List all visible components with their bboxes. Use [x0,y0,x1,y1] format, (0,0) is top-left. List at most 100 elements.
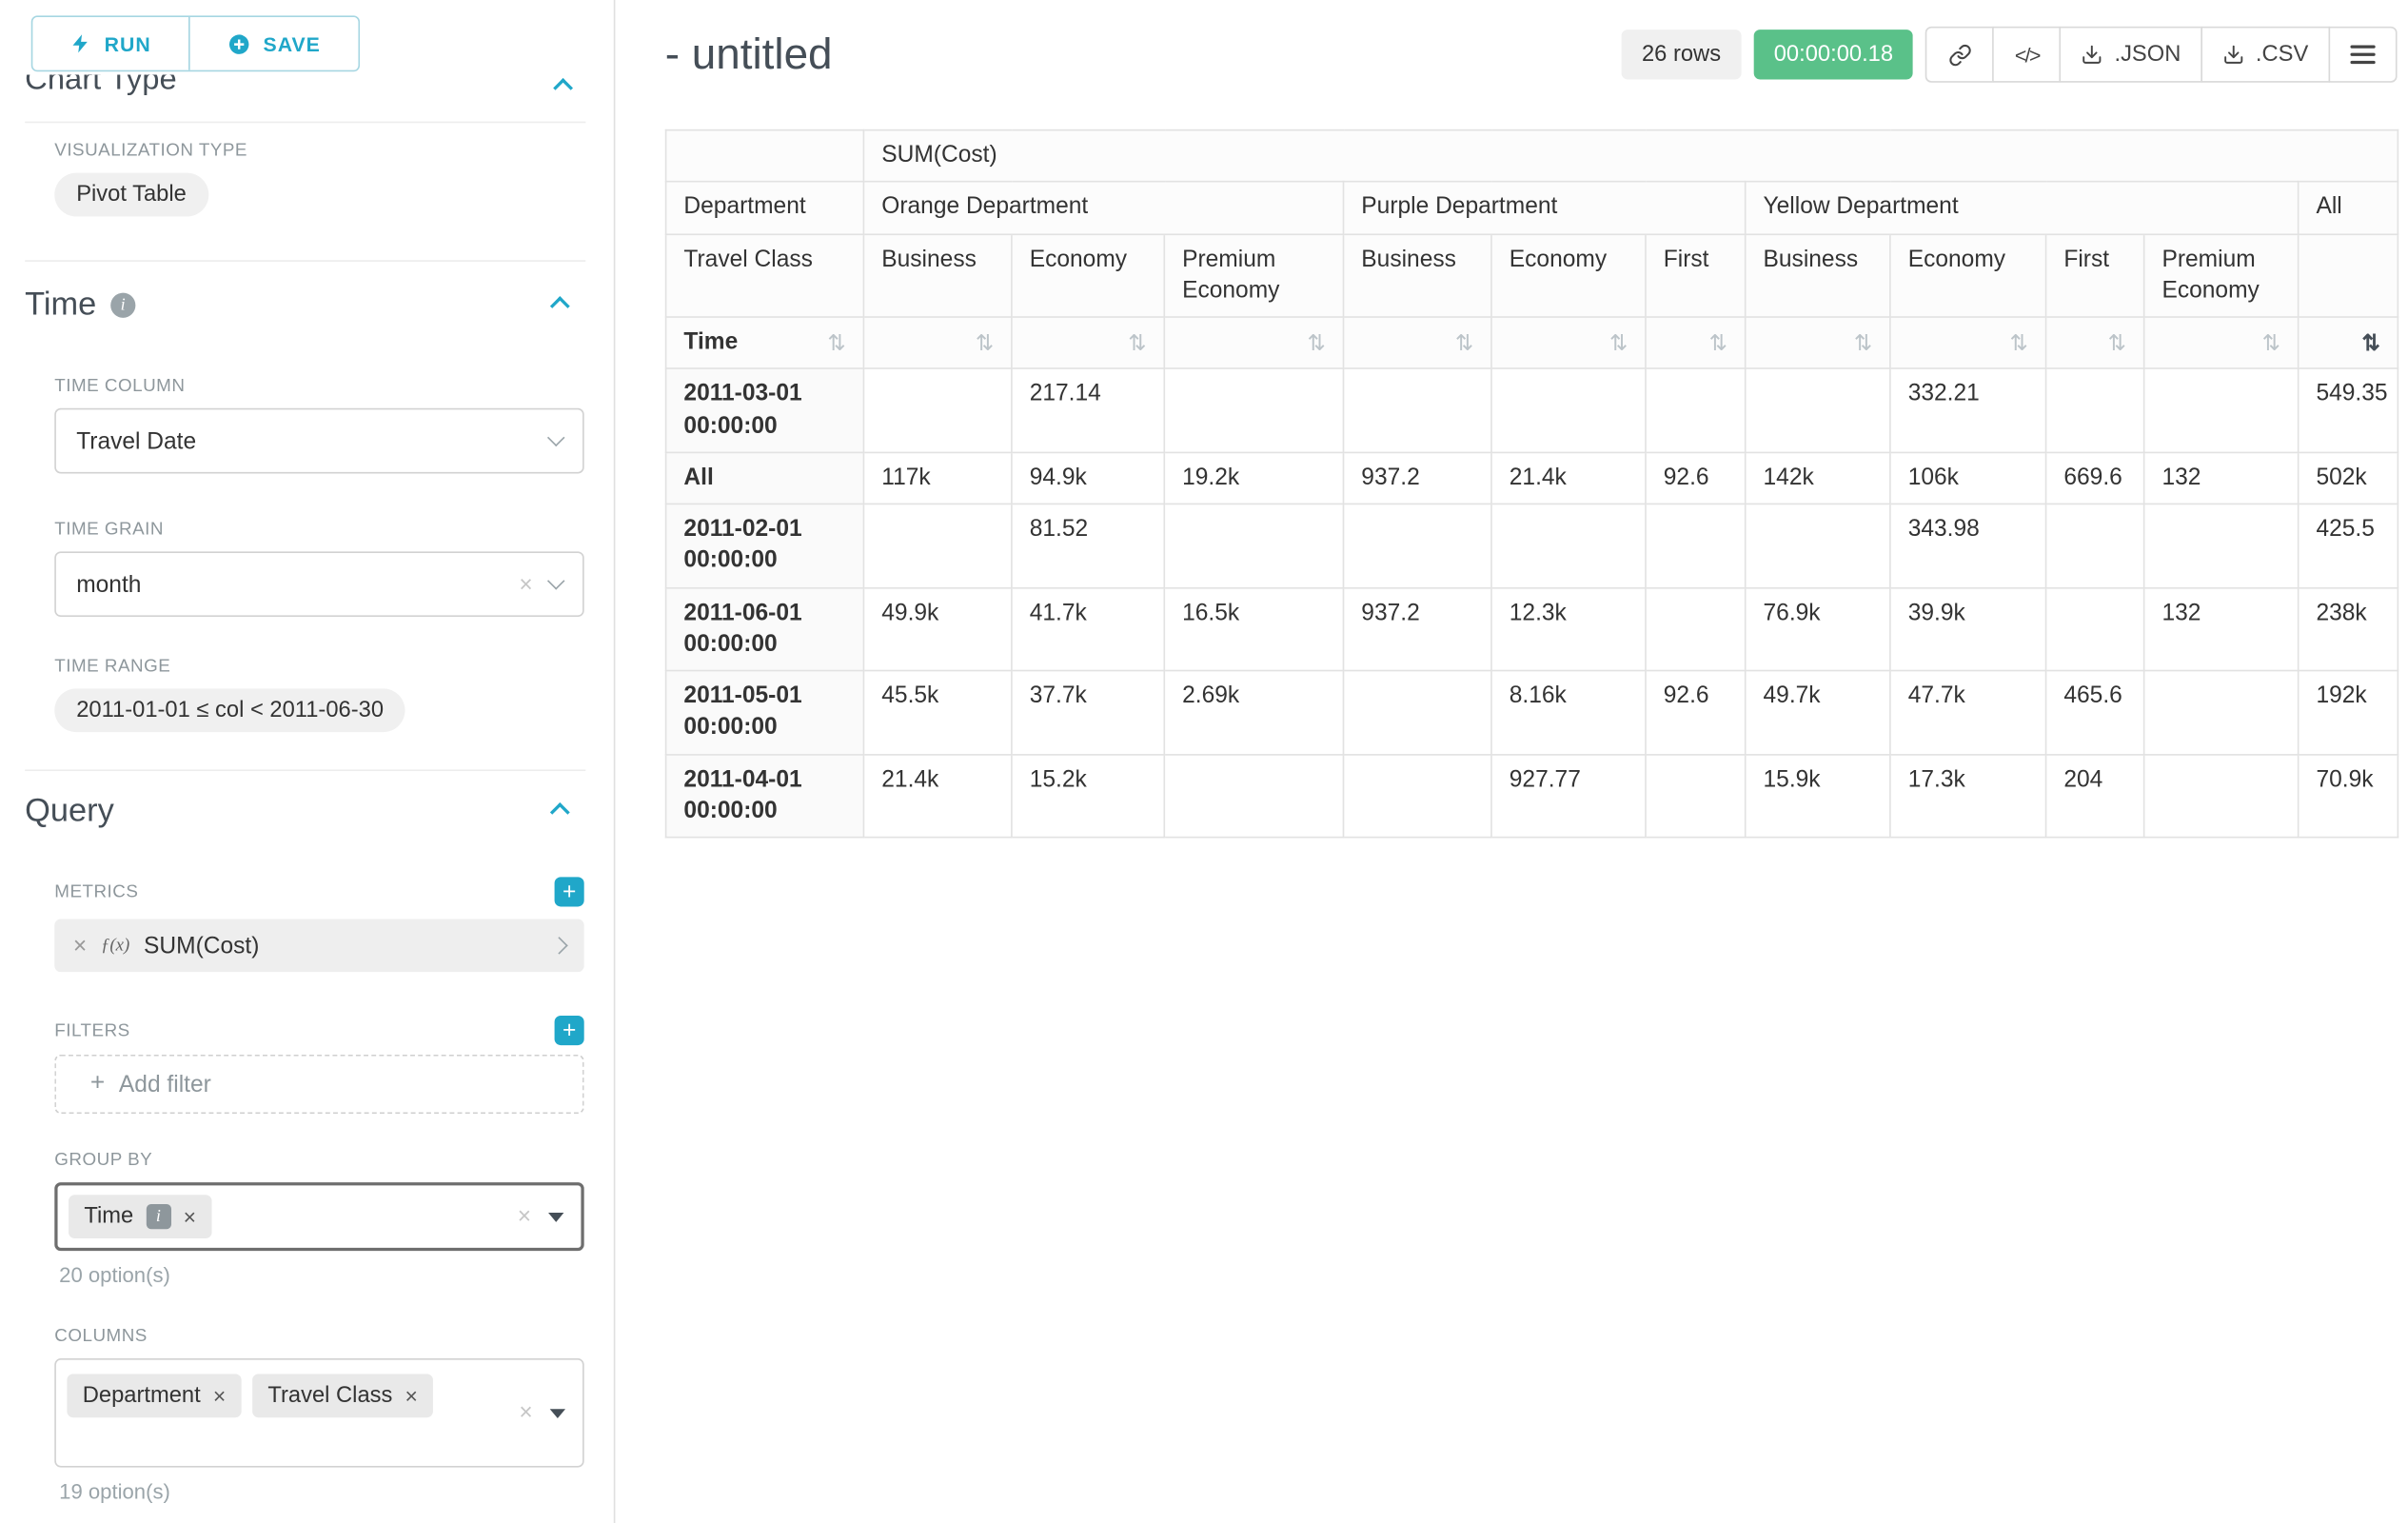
sort-icon[interactable]: ⇅ [827,328,845,358]
add-filter-plus-button[interactable]: + [555,1016,584,1045]
query-section-title: Query [25,793,114,830]
pivot-cell: 332.21 [1890,368,2046,452]
pivot-cell: 502k [2299,452,2398,504]
filters-label-row: FILTERS + [54,1016,583,1045]
remove-chip-icon[interactable]: × [405,1383,417,1408]
lightning-icon [70,32,92,54]
columns-select[interactable]: Department × Travel Class × × [54,1358,583,1468]
pivot-cell: 2.69k [1164,671,1343,755]
chevron-up-icon [550,801,570,821]
pivot-cell: 49.7k [1746,671,1890,755]
pivot-cell: 45.5k [863,671,1011,755]
run-button-label: RUN [105,32,151,56]
time-grain-label: TIME GRAIN [54,521,585,540]
pivot-class-header: Economy [1012,233,1164,317]
pivot-data-row: 2011-06-01 00:00:0049.9k41.7k16.5k937.21… [666,587,2398,671]
time-column-select[interactable]: Travel Date [54,408,583,474]
clear-icon[interactable]: × [519,1399,532,1426]
group-by-options-hint: 20 option(s) [59,1263,585,1287]
run-button[interactable]: RUN [32,17,188,70]
link-icon [1948,43,1972,67]
pivot-cell [2144,368,2299,452]
columns-chip[interactable]: Travel Class × [252,1374,433,1417]
sort-icon[interactable]: ⇅ [1709,328,1727,358]
sort-icon[interactable]: ⇅ [976,328,994,358]
divider [25,769,585,771]
chart-menu-button[interactable] [2329,27,2398,83]
run-save-bar: RUN SAVE [25,0,585,75]
pivot-cell: 106k [1890,452,2046,504]
chart-header-actions: 26 rows 00:00:00.18 </> .JSON . [1622,27,2398,83]
sort-icon[interactable]: ⇅ [2361,328,2379,358]
time-range-value[interactable]: 2011-01-01 ≤ col < 2011-06-30 [54,688,405,732]
group-by-chip[interactable]: Time i × [69,1195,211,1238]
remove-chip-icon[interactable]: × [213,1383,226,1408]
visualization-type-value[interactable]: Pivot Table [54,173,207,217]
pivot-sort-cell: ⇅ [2046,317,2144,368]
remove-chip-icon[interactable]: × [184,1204,196,1229]
pivot-cell: 937.2 [1343,452,1490,504]
columns-chip[interactable]: Department × [67,1374,241,1417]
metric-name: SUM(Cost) [144,932,259,959]
save-button[interactable]: SAVE [188,17,358,70]
query-section-header[interactable]: Query [25,793,585,830]
metric-chip[interactable]: × ƒ(x) SUM(Cost) [54,920,583,973]
pivot-cell: 92.6 [1646,671,1746,755]
copy-link-button[interactable] [1925,27,1994,83]
dropdown-arrow-icon [548,1212,563,1221]
pivot-cell: 465.6 [2046,671,2144,755]
remove-metric-icon[interactable]: × [73,932,87,959]
export-csv-button[interactable]: .CSV [2201,27,2331,83]
pivot-class-header: First [1646,233,1746,317]
sort-icon[interactable]: ⇅ [1854,328,1872,358]
group-by-select[interactable]: Time i × × [54,1182,583,1251]
pivot-class-header: Business [1343,233,1490,317]
dropdown-arrow-icon [550,1408,565,1417]
add-metric-button[interactable]: + [555,877,584,906]
pivot-cell: 217.14 [1012,368,1164,452]
pivot-cell: 142k [1746,452,1890,504]
sort-icon[interactable]: ⇅ [2108,328,2126,358]
pivot-sort-cell: ⇅ [1343,317,1490,368]
sort-icon[interactable]: ⇅ [2010,328,2028,358]
pivot-class-header [2299,233,2398,317]
pivot-cell [2046,368,2144,452]
pivot-cell: 12.3k [1491,587,1646,671]
pivot-sort-cell: ⇅ [1491,317,1646,368]
pivot-data-row: 2011-02-01 00:00:0081.52343.98425.5 [666,504,2398,587]
pivot-cell: 343.98 [1890,504,2046,587]
export-json-button[interactable]: .JSON [2060,27,2202,83]
sort-icon[interactable]: ⇅ [2262,328,2280,358]
sort-icon[interactable]: ⇅ [1307,328,1325,358]
pivot-cell: 937.2 [1343,587,1490,671]
pivot-cell: 15.2k [1012,754,1164,838]
info-badge-icon: i [146,1204,170,1229]
pivot-cell [1343,671,1490,755]
sort-icon[interactable]: ⇅ [1128,328,1146,358]
view-query-button[interactable]: </> [1993,27,2062,83]
pivot-cell: 17.3k [1890,754,2046,838]
time-section-header[interactable]: Time i [25,287,585,324]
row-count-badge: 26 rows [1622,30,1742,79]
time-grain-value: month [76,571,141,598]
pivot-cell: 41.7k [1012,587,1164,671]
pivot-class-header: First [2046,233,2144,317]
chart-title: - untitled [665,30,833,79]
divider [25,122,585,124]
add-filter-box[interactable]: + Add filter [54,1055,583,1114]
time-grain-select[interactable]: month × [54,551,583,617]
pivot-row-header: 2011-05-01 00:00:00 [666,671,864,755]
clear-icon[interactable]: × [518,1203,531,1230]
export-button-bar: </> .JSON .CSV [1925,27,2397,83]
chart-type-section-header[interactable]: Chart Type [25,75,585,107]
pivot-data-row: 2011-04-01 00:00:0021.4k15.2k927.7715.9k… [666,754,2398,838]
pivot-class-header: Business [1746,233,1890,317]
clear-icon[interactable]: × [519,571,532,598]
pivot-cell: 15.9k [1746,754,1890,838]
sort-icon[interactable]: ⇅ [1609,328,1628,358]
pivot-cell [2046,504,2144,587]
pivot-sort-cell: ⇅ [863,317,1011,368]
pivot-cell: 21.4k [863,754,1011,838]
superset-explore-app: RUN SAVE Chart Type VISUALIZATION TYPE P… [0,0,2408,1523]
sort-icon[interactable]: ⇅ [1455,328,1473,358]
